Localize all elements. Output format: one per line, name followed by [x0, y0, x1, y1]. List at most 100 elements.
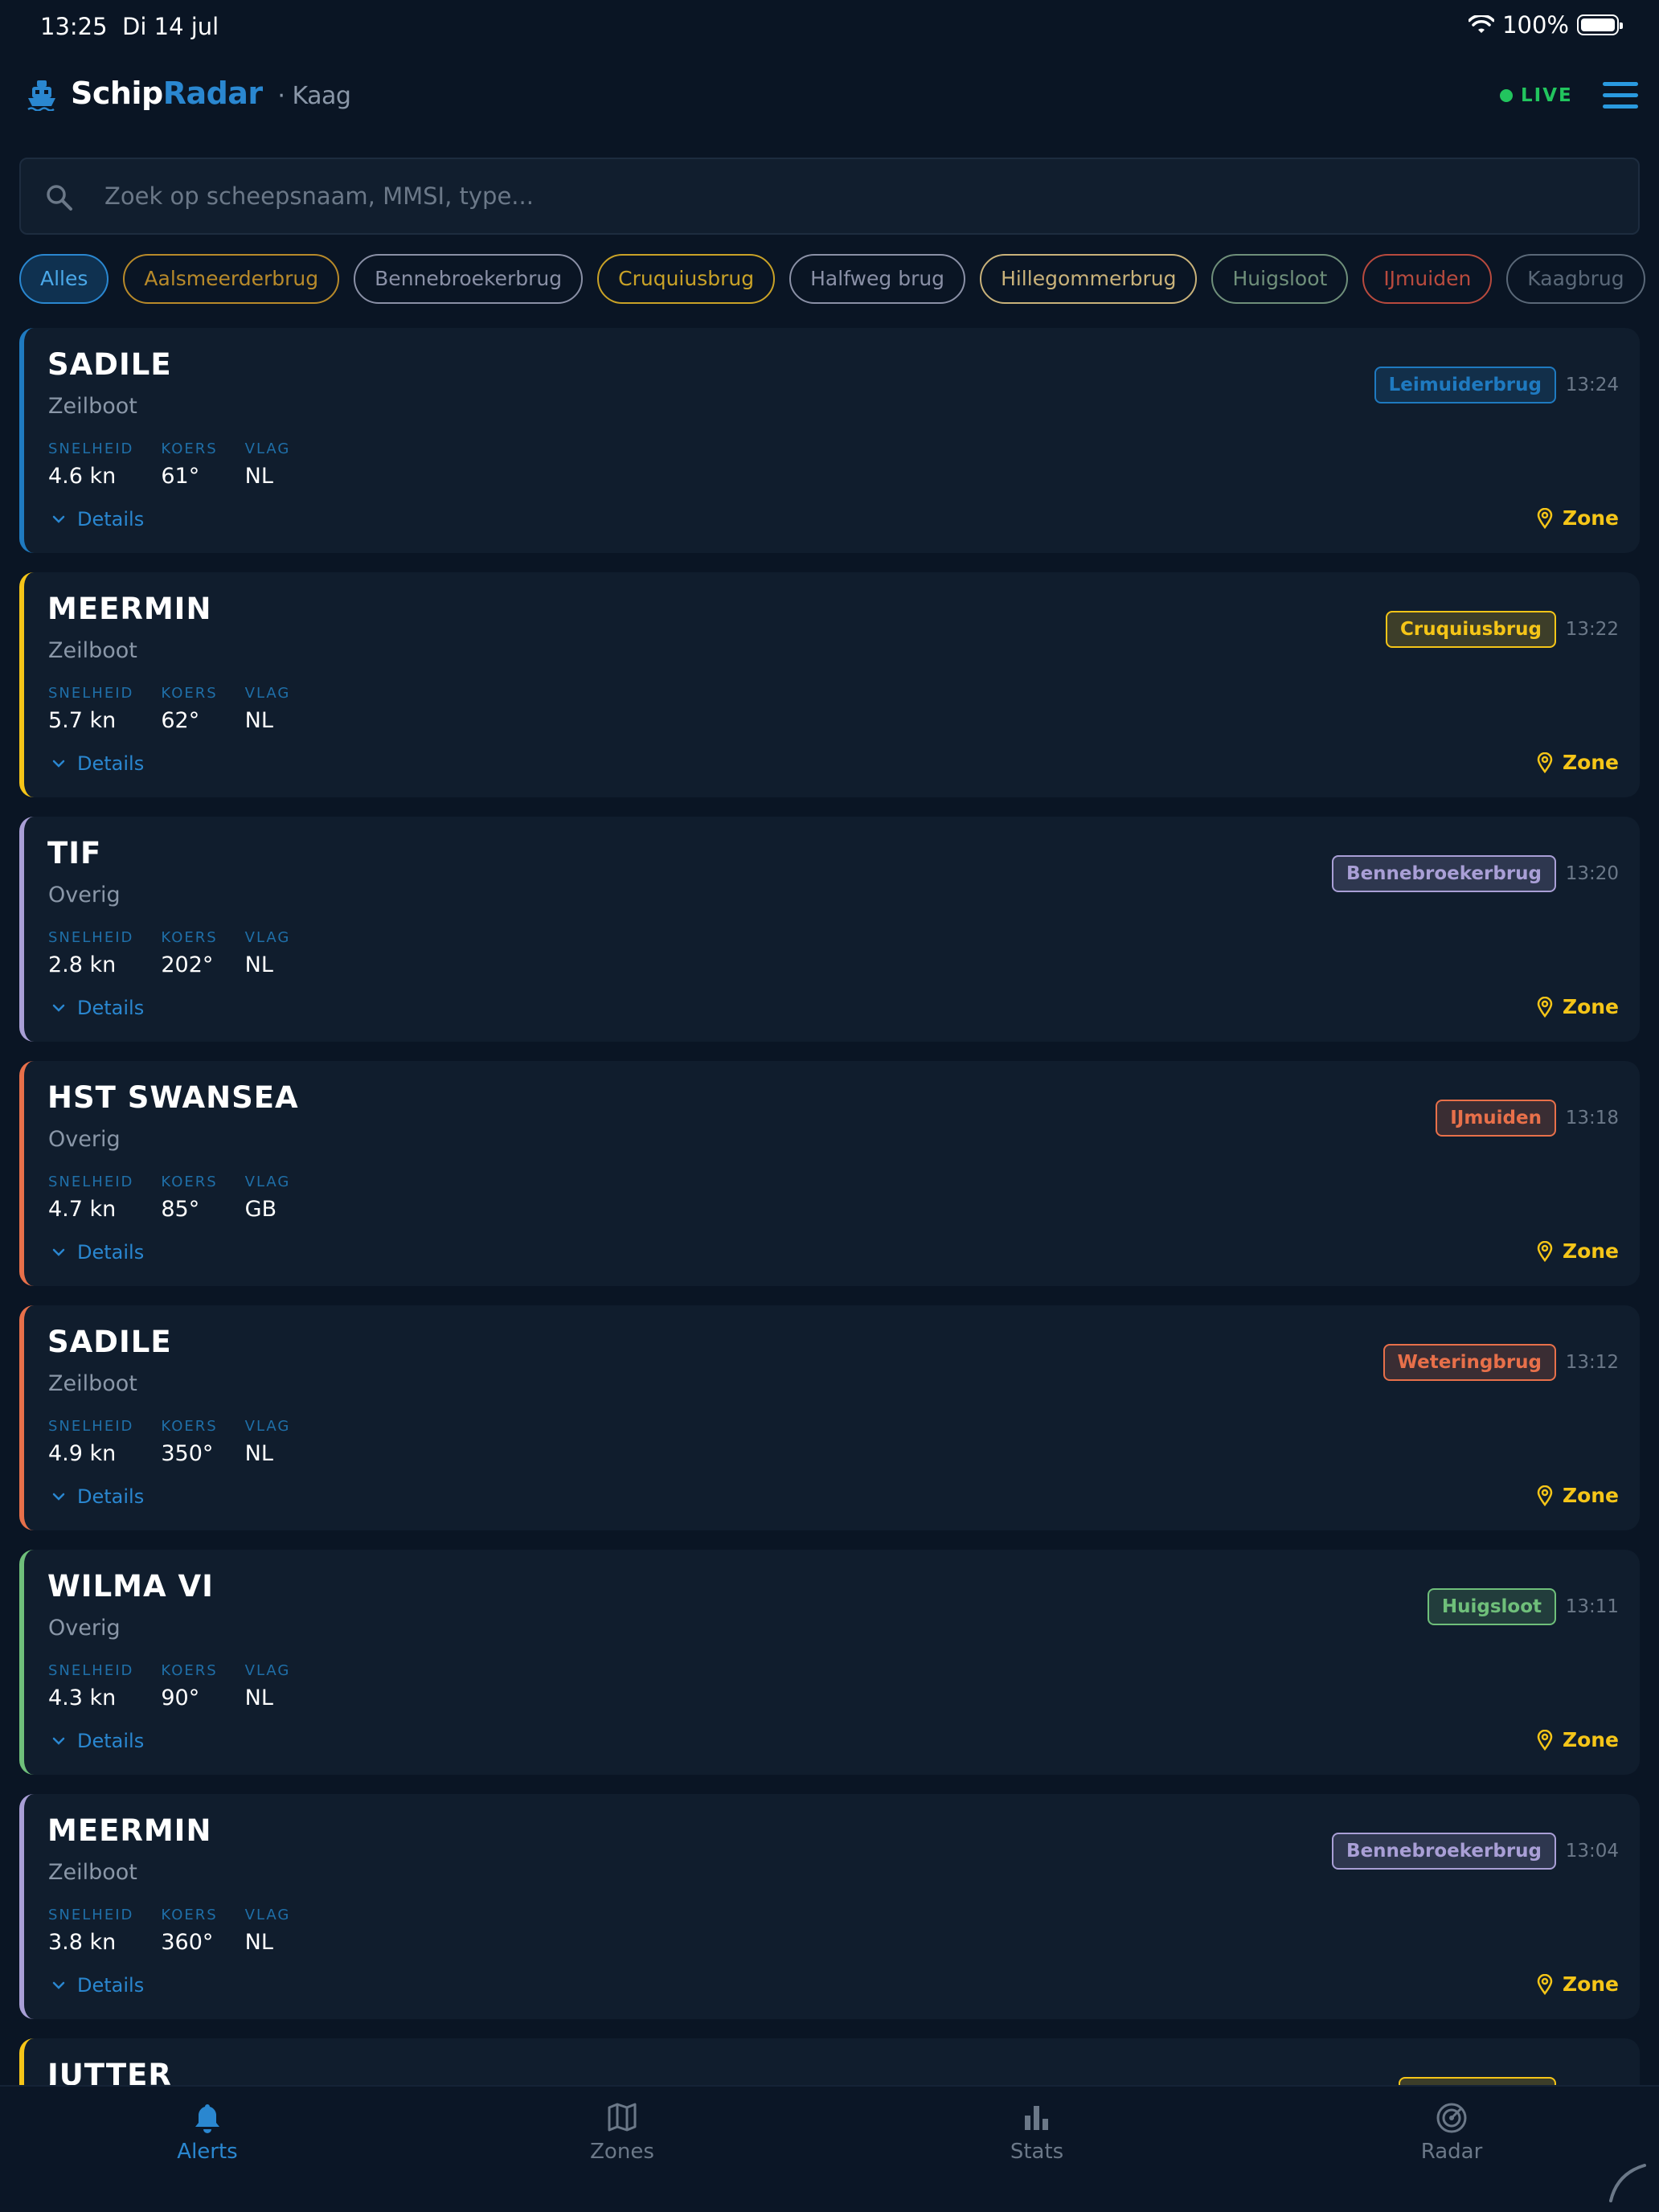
alert-card[interactable]: MEERMIN Zeilboot SNELHEID 3.8 kn KOERS 360° VL…	[19, 1794, 1640, 2019]
filter-chip[interactable]: Alles	[19, 254, 109, 304]
status-time: 13:25	[40, 13, 108, 40]
details-toggle[interactable]: Details	[51, 1241, 144, 1264]
hamburger-menu-icon[interactable]	[1603, 82, 1638, 109]
bell-icon	[195, 2104, 219, 2133]
details-label: Details	[77, 1241, 145, 1264]
status-right: 100%	[1469, 11, 1623, 39]
speed-label: SNELHEID	[48, 440, 134, 457]
course-stat: KOERS 202°	[161, 929, 217, 977]
tab-radar-label: Radar	[1420, 2140, 1483, 2164]
tab-radar[interactable]: Radar	[1371, 2101, 1532, 2164]
flag-stat: VLAG NL	[245, 1418, 291, 1466]
zone-button[interactable]: Zone	[1537, 1239, 1619, 1263]
zone-button[interactable]: Zone	[1537, 995, 1619, 1018]
map-pin-icon	[1537, 507, 1553, 529]
vessel-stats: SNELHEID 4.7 kn KOERS 85° VLAG GB	[48, 1174, 290, 1222]
zone-button[interactable]: Zone	[1537, 506, 1619, 530]
speed-value: 4.3 kn	[48, 1686, 117, 1710]
details-toggle[interactable]: Details	[51, 508, 144, 530]
vessel-type: Overig	[48, 1127, 121, 1152]
speed-stat: SNELHEID 5.7 kn	[48, 685, 133, 733]
vessel-name: MEERMIN	[47, 1813, 212, 1848]
course-value: 360°	[161, 1930, 214, 1955]
alert-card[interactable]: HST SWANSEA Overig SNELHEID 4.7 kn KOERS 85° V…	[19, 1061, 1640, 1286]
flag-stat: VLAG NL	[245, 440, 291, 489]
search-input[interactable]	[104, 159, 1616, 233]
speed-stat: SNELHEID 4.3 kn	[48, 1662, 133, 1710]
filter-chip[interactable]: Bennebroekerbrug	[354, 254, 584, 304]
vessel-name: SADILE	[47, 347, 172, 382]
filter-chip[interactable]: Hillegommerbrug	[980, 254, 1198, 304]
alert-card[interactable]: MEERMIN Zeilboot SNELHEID 5.7 kn KOERS 62° VLA…	[19, 572, 1640, 797]
chevron-down-icon	[52, 1981, 65, 1989]
details-toggle[interactable]: Details	[51, 1730, 144, 1752]
map-pin-icon	[1537, 1240, 1553, 1262]
vessel-name: TIF	[47, 836, 102, 870]
details-toggle[interactable]: Details	[51, 1974, 144, 1997]
zone-button[interactable]: Zone	[1537, 1972, 1619, 1996]
course-stat: KOERS 85°	[161, 1174, 217, 1222]
speed-label: SNELHEID	[48, 1174, 134, 1190]
details-label: Details	[77, 508, 145, 530]
chevron-down-icon	[52, 515, 65, 523]
radar-icon	[1436, 2103, 1467, 2133]
zone-button[interactable]: Zone	[1537, 1728, 1619, 1751]
alert-card[interactable]: SADILE Zeilboot SNELHEID 4.6 kn KOERS 61° VLAG…	[19, 328, 1640, 553]
alert-card[interactable]: JUTTER	[19, 2038, 1640, 2085]
alert-card[interactable]: TIF Overig SNELHEID 2.8 kn KOERS 202° VLAG NL De…	[19, 817, 1640, 1042]
filter-chip[interactable]: Aalsmeerderbrug	[123, 254, 340, 304]
alert-time: 13:24	[1565, 375, 1619, 395]
details-toggle[interactable]: Details	[51, 752, 144, 775]
status-bar: 13:25 Di 14 jul 100%	[0, 0, 1659, 51]
chevron-down-icon	[52, 1248, 65, 1256]
zone-button[interactable]: Zone	[1537, 1484, 1619, 1507]
ship-logo-icon	[27, 80, 55, 111]
bridge-tag: Weteringbrug	[1382, 1344, 1556, 1381]
alert-time: 13:11	[1565, 1596, 1619, 1617]
course-label: KOERS	[161, 1174, 218, 1190]
speed-label: SNELHEID	[48, 1418, 134, 1435]
flag-value: GB	[244, 1197, 277, 1222]
chevron-down-icon	[52, 1004, 65, 1012]
bottom-tab-bar: Alerts Zones Stats Radar	[0, 2085, 1659, 2212]
flag-label: VLAG	[244, 1418, 291, 1435]
battery-percent: 100%	[1502, 11, 1569, 39]
bridge-tag: IJmuiden	[1436, 1100, 1556, 1137]
flag-stat: VLAG NL	[245, 685, 291, 733]
map-pin-icon	[1537, 1485, 1553, 1506]
vessel-type: Zeilboot	[48, 1371, 137, 1396]
search-bar	[19, 158, 1640, 235]
flag-stat: VLAG GB	[245, 1174, 291, 1222]
live-label: LIVE	[1521, 85, 1573, 106]
zone-label: Zone	[1562, 1972, 1619, 1996]
flag-value: NL	[244, 1930, 273, 1955]
tab-stats[interactable]: Stats	[956, 2101, 1117, 2164]
wifi-icon	[1469, 15, 1495, 33]
status-time-date: 13:25 Di 14 jul	[40, 13, 219, 40]
details-label: Details	[77, 1974, 145, 1997]
zone-button[interactable]: Zone	[1537, 751, 1619, 774]
filter-chip[interactable]: Halfweg brug	[789, 254, 966, 304]
details-toggle[interactable]: Details	[51, 997, 144, 1019]
flag-value: NL	[244, 952, 273, 977]
course-label: KOERS	[161, 1418, 218, 1435]
speed-label: SNELHEID	[48, 685, 134, 702]
filter-chip[interactable]: IJmuiden	[1362, 254, 1493, 304]
tab-alerts-label: Alerts	[177, 2140, 238, 2164]
alert-time: 13:12	[1565, 1352, 1619, 1373]
tab-zones[interactable]: Zones	[542, 2101, 703, 2164]
filter-chip[interactable]: Huigsloot	[1211, 254, 1349, 304]
bridge-tag: Cruquiusbrug	[1385, 611, 1556, 648]
tab-alerts[interactable]: Alerts	[127, 2101, 288, 2164]
alert-card[interactable]: WILMA VI Overig SNELHEID 4.3 kn KOERS 90° VLAG…	[19, 1550, 1640, 1775]
alert-card[interactable]: SADILE Zeilboot SNELHEID 4.9 kn KOERS 350° VLA…	[19, 1305, 1640, 1530]
speed-stat: SNELHEID 4.6 kn	[48, 440, 133, 489]
flag-stat: VLAG NL	[245, 1662, 291, 1710]
details-toggle[interactable]: Details	[51, 1485, 144, 1508]
speed-stat: SNELHEID 4.7 kn	[48, 1174, 133, 1222]
flag-label: VLAG	[244, 1662, 291, 1679]
flag-value: NL	[244, 708, 273, 733]
filter-chip[interactable]: Kaagbrug	[1506, 254, 1645, 304]
flag-label: VLAG	[244, 440, 291, 457]
filter-chip[interactable]: Cruquiusbrug	[597, 254, 776, 304]
